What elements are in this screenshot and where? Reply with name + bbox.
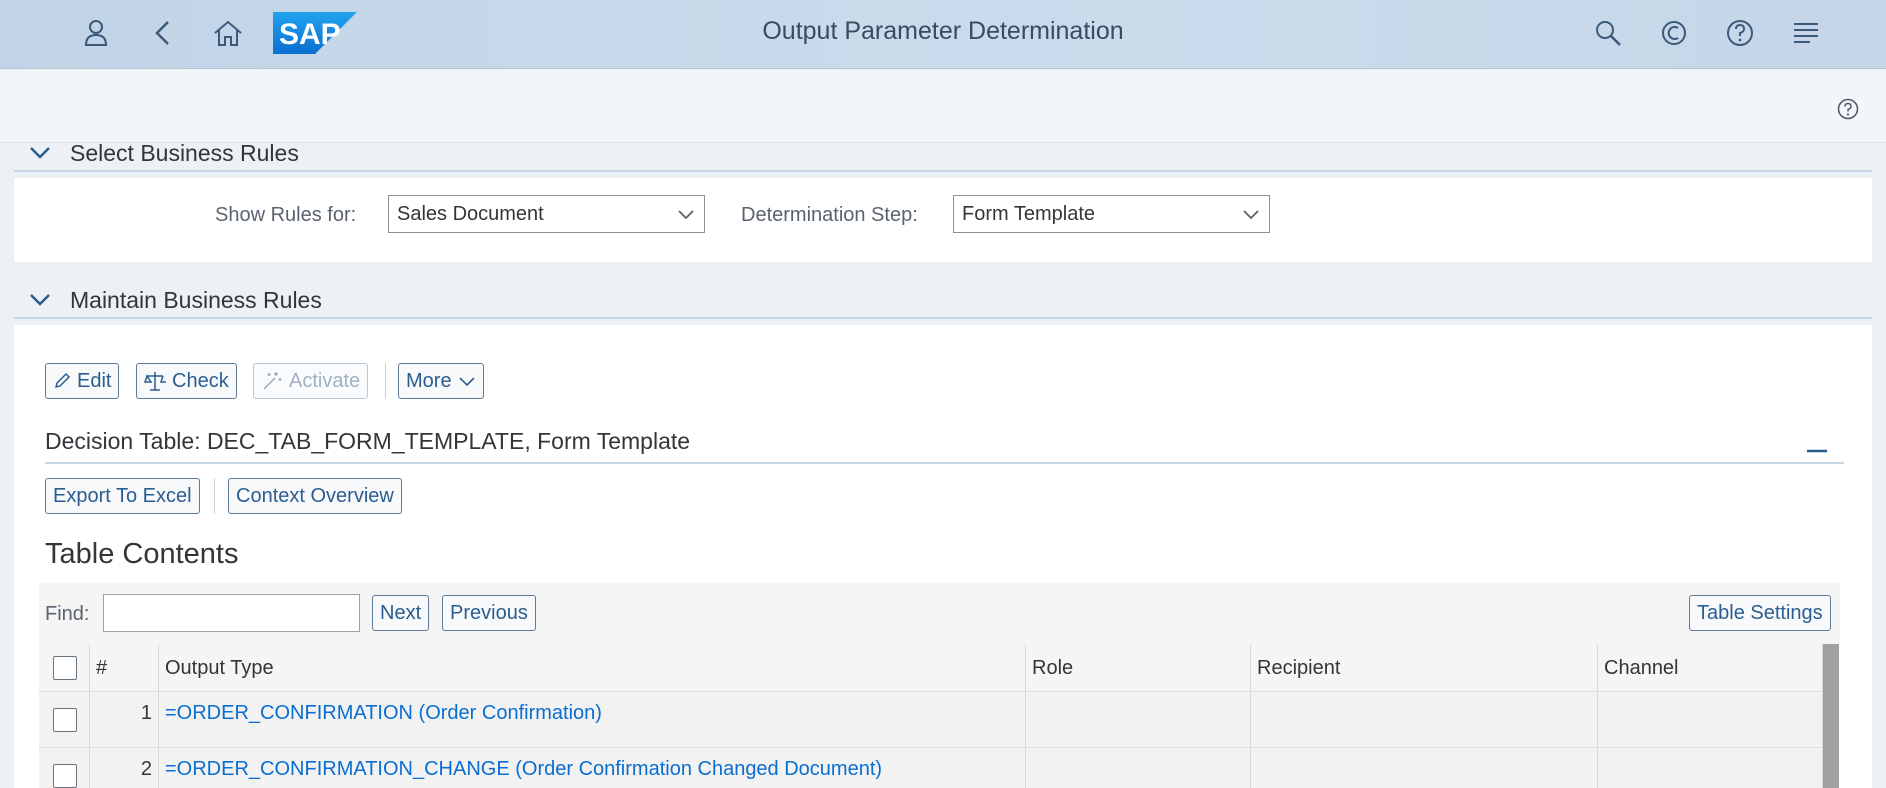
find-label: Find:: [45, 603, 90, 625]
next-button[interactable]: Next: [372, 595, 430, 631]
help-icon[interactable]: [1718, 11, 1762, 55]
row-select-cell: [39, 748, 90, 788]
row-checkbox[interactable]: [53, 708, 77, 732]
collapse-icon[interactable]: [1806, 440, 1828, 462]
chevron-down-icon: [678, 210, 694, 220]
export-to-excel-button[interactable]: Export To Excel: [45, 478, 200, 514]
row-number: 1: [90, 692, 159, 748]
table-contents-title: Table Contents: [45, 538, 239, 570]
select-all-cell: [39, 644, 90, 692]
output-type-link[interactable]: =ORDER_CONFIRMATION (Order Confirmation): [159, 692, 1026, 748]
copilot-icon[interactable]: [1652, 11, 1696, 55]
notifications-icon[interactable]: [1784, 11, 1828, 55]
toolbar-separator: [385, 363, 386, 399]
role-cell[interactable]: [1026, 692, 1251, 748]
chevron-down-icon[interactable]: [14, 135, 66, 171]
more-button[interactable]: More: [398, 363, 484, 399]
determination-step-select[interactable]: Form Template: [953, 195, 1270, 233]
pencil-icon: [54, 372, 71, 389]
magic-wand-icon: [263, 372, 282, 390]
column-header-number[interactable]: #: [90, 644, 159, 692]
check-label: Check: [172, 369, 229, 392]
determination-step-value: Form Template: [962, 202, 1096, 225]
section-title: Select Business Rules: [70, 139, 299, 166]
section-title: Maintain Business Rules: [70, 286, 322, 313]
channel-cell[interactable]: [1598, 692, 1823, 748]
context-overview-button[interactable]: Context Overview: [228, 478, 402, 514]
shell-bar: SAP Output Parameter Determination: [0, 0, 1886, 69]
role-cell[interactable]: [1026, 748, 1251, 788]
toolbar-separator: [214, 478, 215, 514]
find-input[interactable]: [103, 594, 360, 632]
channel-cell[interactable]: [1598, 748, 1823, 788]
activate-label: Activate: [289, 369, 361, 392]
determination-step-label: Determination Step:: [741, 204, 918, 226]
column-header-recipient[interactable]: Recipient: [1251, 644, 1598, 692]
output-type-link[interactable]: =ORDER_CONFIRMATION_CHANGE (Order Confir…: [159, 748, 1026, 788]
page-help-icon[interactable]: [1836, 97, 1860, 121]
chevron-down-icon: [459, 377, 475, 387]
column-header-role[interactable]: Role: [1026, 644, 1251, 692]
decision-table-divider: [45, 462, 1844, 464]
table-vertical-scrollbar[interactable]: [1823, 644, 1839, 788]
chevron-down-icon: [1243, 210, 1259, 220]
edit-button[interactable]: Edit: [45, 363, 120, 399]
column-header-output-type[interactable]: Output Type: [159, 644, 1026, 692]
column-header-channel[interactable]: Channel: [1598, 644, 1823, 692]
select-all-checkbox[interactable]: [53, 656, 77, 680]
search-icon[interactable]: [1586, 11, 1630, 55]
section-maintain-business-rules: Maintain Business Rules: [14, 283, 1872, 319]
decision-table-title: Decision Table: DEC_TAB_FORM_TEMPLATE, F…: [45, 428, 691, 454]
show-rules-label: Show Rules for:: [215, 204, 357, 226]
balance-scale-icon: [144, 372, 166, 391]
show-rules-select[interactable]: Sales Document: [388, 195, 705, 233]
table-header-row: # Output Type Role Recipient Channel: [39, 644, 1825, 692]
show-rules-value: Sales Document: [397, 202, 544, 225]
previous-button[interactable]: Previous: [442, 595, 536, 631]
row-number: 2: [90, 748, 159, 788]
chevron-down-icon[interactable]: [14, 282, 66, 318]
page-subheader: [0, 70, 1886, 143]
row-checkbox[interactable]: [53, 764, 77, 788]
section-select-business-rules: Select Business Rules: [14, 136, 1872, 172]
recipient-cell[interactable]: [1251, 748, 1598, 788]
table-row[interactable]: 2 =ORDER_CONFIRMATION_CHANGE (Order Conf…: [39, 748, 1825, 788]
recipient-cell[interactable]: [1251, 692, 1598, 748]
table-settings-button[interactable]: Table Settings: [1689, 595, 1831, 631]
activate-button[interactable]: Activate: [253, 363, 369, 399]
edit-label: Edit: [77, 369, 112, 392]
more-label: More: [406, 369, 452, 392]
check-button[interactable]: Check: [136, 363, 237, 399]
row-select-cell: [39, 692, 90, 748]
table-row[interactable]: 1 =ORDER_CONFIRMATION (Order Confirmatio…: [39, 692, 1825, 748]
